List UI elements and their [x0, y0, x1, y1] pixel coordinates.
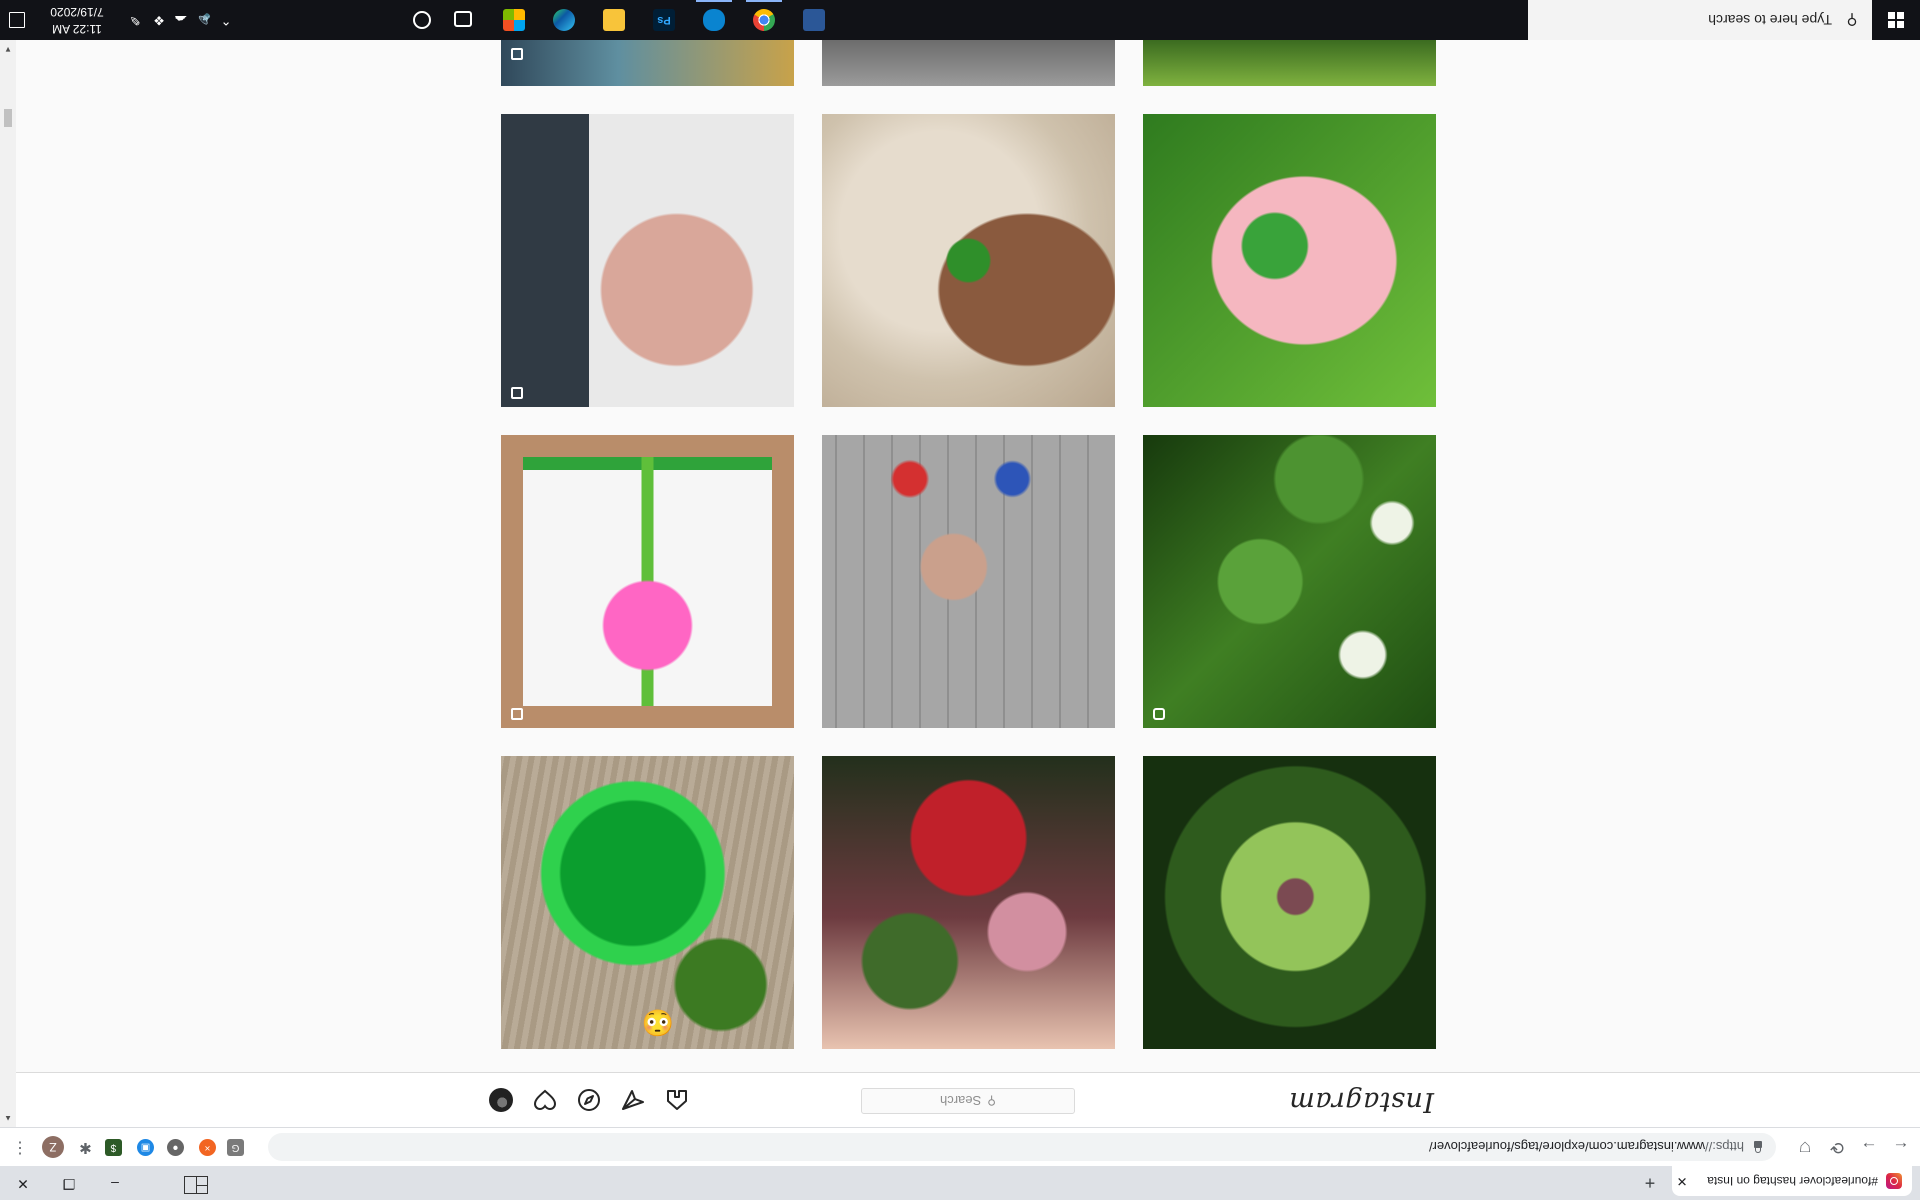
- photoshop-icon[interactable]: Ps: [640, 0, 688, 40]
- post-tile[interactable]: [501, 435, 794, 728]
- emoji-sticker: 😳: [641, 1008, 674, 1038]
- clock-date: 7/19/2020: [50, 5, 104, 19]
- task-view-icon[interactable]: [440, 0, 488, 40]
- people-icon[interactable]: [790, 0, 838, 40]
- screen: #fourleafclover hashtag on Insta ✕ + – ❐…: [0, 0, 1920, 1200]
- notification-center-icon[interactable]: [0, 0, 36, 40]
- start-button[interactable]: [1872, 0, 1920, 40]
- edge-icon[interactable]: [540, 0, 588, 40]
- page-scrollbar[interactable]: ▲ ▼: [0, 40, 16, 1127]
- post-tile[interactable]: [1143, 114, 1436, 407]
- post-tile[interactable]: [501, 114, 794, 407]
- pen-icon[interactable]: ✎: [122, 0, 148, 40]
- post-tile[interactable]: 😳: [501, 756, 794, 1049]
- volume-icon[interactable]: 🔈: [192, 0, 214, 40]
- file-explorer-icon[interactable]: [590, 0, 638, 40]
- onedrive-tray-icon[interactable]: ☁: [170, 0, 192, 40]
- post-tile[interactable]: [822, 40, 1115, 86]
- taskbar-search-placeholder: Type here to search: [1708, 12, 1832, 28]
- carousel-icon: [511, 48, 523, 60]
- windows-taskbar: ⚲ Type here to search Ps ⌃ �: [0, 0, 1920, 40]
- video-icon: [1153, 708, 1165, 720]
- post-tile[interactable]: [1143, 756, 1436, 1049]
- post-tile[interactable]: [822, 756, 1115, 1049]
- windows-store-icon[interactable]: [490, 0, 538, 40]
- taskbar-search-input[interactable]: ⚲ Type here to search: [1528, 0, 1872, 40]
- scroll-down-arrow-icon[interactable]: ▼: [3, 44, 13, 54]
- clock-time: 11:22 AM: [52, 22, 102, 36]
- scroll-up-arrow-icon[interactable]: ▲: [3, 1113, 13, 1123]
- post-tile[interactable]: [1143, 435, 1436, 728]
- cortana-icon[interactable]: [398, 0, 446, 40]
- taskbar-clock[interactable]: 11:22 AM 7/19/2020: [42, 3, 112, 37]
- post-tile[interactable]: [501, 40, 794, 86]
- carousel-icon: [511, 387, 523, 399]
- post-tile[interactable]: [1143, 40, 1436, 86]
- chevron-up-icon[interactable]: ⌃: [216, 0, 236, 40]
- onedrive-icon[interactable]: [690, 0, 738, 40]
- post-tile[interactable]: [822, 114, 1115, 407]
- scrollbar-thumb[interactable]: [4, 109, 12, 127]
- search-icon: ⚲: [1846, 11, 1858, 28]
- carousel-icon: [511, 708, 523, 720]
- post-grid: 😳: [16, 0, 1920, 1200]
- post-tile[interactable]: [822, 435, 1115, 728]
- chrome-icon[interactable]: [740, 0, 788, 40]
- dropbox-icon[interactable]: ❖: [148, 0, 170, 40]
